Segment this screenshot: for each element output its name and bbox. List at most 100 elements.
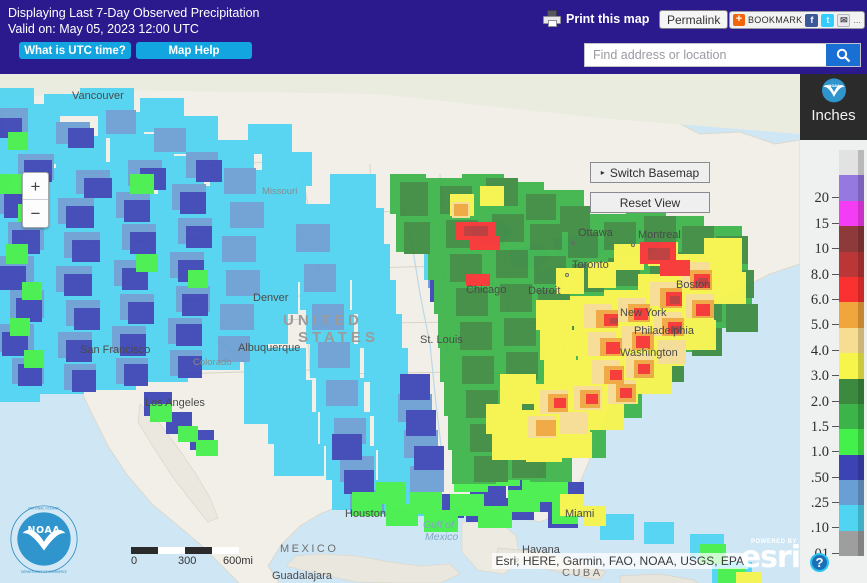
legend-swatch: [839, 480, 864, 506]
legend-swatch: [839, 378, 864, 404]
legend-header: NOAA Inches: [800, 74, 867, 140]
legend-tick: [832, 476, 839, 478]
precipitation-map-raster: [0, 74, 800, 583]
legend-swatch: [839, 175, 864, 201]
legend-title: Inches: [811, 107, 856, 124]
location-search: [584, 43, 861, 67]
valid-timestamp: Valid on: May 05, 2023 12:00 UTC: [8, 22, 199, 36]
legend-tick: [832, 349, 839, 351]
legend-panel: NOAA Inches 20 15 10 8.0 6.0 5.0 4.0 3.0 2.0 1.5 1…: [800, 74, 867, 583]
map-viewport[interactable]: Vancouver San Francisco Los Angeles Denver A…: [0, 74, 800, 583]
legend-swatch: [839, 530, 864, 557]
twitter-icon[interactable]: t: [821, 13, 835, 27]
legend-tick: [832, 552, 839, 554]
page-header: Displaying Last 7-Day Observed Precipita…: [0, 0, 867, 74]
zoom-out-button[interactable]: −: [23, 200, 48, 227]
print-label: Print this map: [566, 11, 650, 26]
svg-text:NOAA: NOAA: [28, 525, 61, 536]
legend-tick: [832, 527, 839, 529]
legend-swatch: [839, 251, 864, 277]
legend-label-row: .25: [800, 480, 840, 511]
legend-value-labels: 2015108.06.05.04.03.02.01.51.0.50.25.10.…: [800, 150, 840, 562]
legend-label-row: 20: [800, 175, 840, 206]
scalebar-bar: [131, 547, 239, 554]
legend-swatch: [839, 276, 864, 303]
legend-label-row: 4.0: [800, 328, 840, 359]
switch-basemap-label: Switch Basemap: [609, 165, 700, 180]
legend-tick: [832, 222, 839, 224]
svg-text:NATIONAL OCEANIC: NATIONAL OCEANIC: [28, 506, 60, 510]
legend-swatch: [839, 403, 864, 430]
legend-swatch: [839, 505, 864, 531]
legend-swatch: [839, 226, 864, 252]
legend-label-row: 8.0: [800, 252, 840, 283]
search-button[interactable]: [826, 44, 860, 66]
more-share-options-icon[interactable]: ...: [853, 15, 861, 25]
map-scalebar: 0 300 600mi: [131, 547, 263, 569]
legend-tick: [832, 451, 839, 453]
legend-tick: [832, 298, 839, 300]
switch-basemap-button[interactable]: ▸ Switch Basemap: [590, 162, 710, 183]
legend-label-row: 15: [800, 201, 840, 232]
legend-label-row: 1.5: [800, 404, 840, 435]
legend-tick: [832, 273, 839, 275]
esri-logo: POWERED BY esri: [741, 539, 800, 573]
scalebar-labels: 0 300 600mi: [131, 555, 263, 569]
map-attribution: Esri, HERE, Garmin, FAO, NOAA, USGS, EPA: [491, 553, 748, 569]
city-marker-dot: [565, 273, 569, 277]
page-title: Displaying Last 7-Day Observed Precipita…: [8, 6, 260, 20]
legend-swatch: [839, 353, 864, 379]
city-marker-dot: [631, 243, 635, 247]
legend-tick: [832, 248, 839, 250]
legend-swatch: [839, 200, 864, 227]
bookmark-label: BOOKMARK: [748, 15, 803, 25]
noaa-badge-icon: NOAA: [821, 78, 846, 103]
esri-wordmark: esri: [740, 540, 800, 575]
help-icon[interactable]: ?: [810, 553, 829, 572]
scale-mid: 300: [178, 555, 197, 567]
legend-swatch: [839, 150, 864, 176]
legend-tick: [832, 425, 839, 427]
print-this-map-button[interactable]: Print this map: [543, 10, 649, 27]
legend-label-row: .50: [800, 455, 840, 486]
map-help-button[interactable]: Map Help: [136, 42, 252, 59]
what-is-utc-time-button[interactable]: What is UTC time?: [19, 42, 131, 59]
legend-swatch: [839, 429, 864, 455]
noaa-seal-logo: NOAA NATIONAL OCEANIC DEPARTMENT OF COMM…: [9, 504, 79, 574]
legend-swatch: [839, 327, 864, 354]
legend-label-row: 10: [800, 226, 840, 257]
scale-zero: 0: [131, 555, 138, 567]
svg-text:NOAA: NOAA: [828, 84, 840, 88]
legend-label-row: 1.0: [800, 429, 840, 460]
zoom-in-button[interactable]: +: [23, 173, 48, 200]
legend-swatch: [839, 302, 864, 328]
search-icon: [836, 48, 850, 62]
permalink-button[interactable]: Permalink: [659, 10, 729, 29]
legend-color-swatches: [839, 150, 864, 557]
reset-view-button[interactable]: Reset View: [590, 192, 710, 213]
legend-tick: [832, 324, 839, 326]
bookmark-plus-icon: +: [733, 14, 745, 26]
legend-tick: [832, 375, 839, 377]
bookmark-widget[interactable]: + BOOKMARK f t ✉ ...: [729, 11, 865, 29]
scale-max: 600mi: [223, 555, 253, 567]
legend-tick: [832, 197, 839, 199]
map-zoom-controls: + −: [22, 172, 49, 228]
precipitation-map-app: Displaying Last 7-Day Observed Precipita…: [0, 0, 867, 583]
chevron-right-icon: ▸: [600, 168, 605, 177]
search-input[interactable]: [585, 44, 826, 66]
legend-label-row: 6.0: [800, 277, 840, 308]
email-icon[interactable]: ✉: [837, 13, 851, 27]
facebook-icon[interactable]: f: [805, 13, 819, 27]
legend-label-row: .10: [800, 505, 840, 536]
svg-text:DEPARTMENT OF COMMERCE: DEPARTMENT OF COMMERCE: [21, 570, 67, 574]
legend-label-row: 3.0: [800, 353, 840, 384]
legend-tick: [832, 502, 839, 504]
legend-swatch: [839, 454, 864, 481]
legend-tick: [832, 400, 839, 402]
legend-scale: 2015108.06.05.04.03.02.01.51.0.50.25.10.…: [800, 140, 867, 583]
city-marker-dot: [571, 241, 575, 245]
legend-label-row: 5.0: [800, 302, 840, 333]
legend-label-row: [800, 150, 840, 175]
legend-label-row: 2.0: [800, 379, 840, 410]
